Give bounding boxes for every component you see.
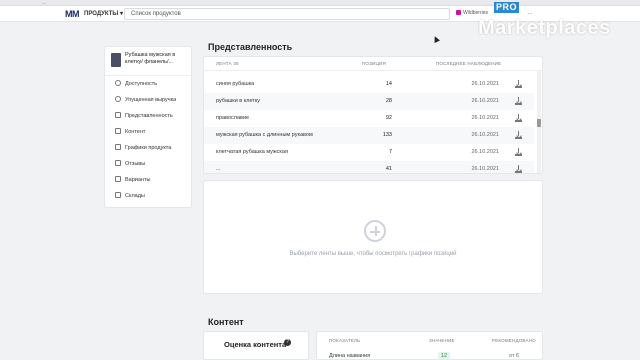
column-header-recommended: РЕКОМЕНДОВАНО bbox=[492, 338, 536, 343]
grid-icon bbox=[115, 176, 121, 182]
user-account[interactable]: ... bbox=[528, 10, 532, 16]
sidebar-divider bbox=[105, 75, 193, 76]
column-header-value: ЗНАЧЕНИЕ bbox=[429, 338, 455, 343]
sidebar-item-label: Склады bbox=[125, 193, 145, 199]
table-row[interactable]: мужская рубашка с длинным рукавом 133 26… bbox=[204, 127, 534, 144]
graph-icon bbox=[115, 144, 121, 150]
product-header[interactable]: Рубашка мужская в клетку/ фланель/... bbox=[111, 52, 189, 72]
content-indicators-table: ПОКАЗАТЕЛЬ ЗНАЧЕНИЕ РЕКОМЕНДОВАНО Длина … bbox=[316, 331, 543, 360]
download-icon[interactable] bbox=[515, 114, 522, 122]
sidebar-item-product-charts[interactable]: Графики продукта bbox=[115, 143, 171, 153]
date-cell: 26.10.2021 bbox=[471, 166, 499, 172]
column-header-position[interactable]: ПОЗИЦИЯ bbox=[362, 61, 386, 66]
product-search-input[interactable]: Список продуктов bbox=[124, 8, 450, 20]
position-cell: 41 bbox=[385, 166, 392, 172]
scrollbar-thumb[interactable] bbox=[537, 119, 541, 127]
column-header-indicator: ПОКАЗАТЕЛЬ bbox=[329, 338, 361, 343]
sidebar-item-label: Доступность bbox=[125, 81, 158, 87]
table-scrollbar[interactable] bbox=[537, 71, 541, 173]
sidebar-item-reviews[interactable]: Отзывы bbox=[115, 159, 145, 169]
empty-state-hint: Выберите ленты выше, чтобы посмотреть гр… bbox=[289, 251, 457, 257]
table-row[interactable]: православие 92 26.10.2021 bbox=[204, 110, 534, 127]
image-icon bbox=[115, 128, 121, 134]
recommended-cell: от 6 bbox=[509, 353, 520, 359]
table-row[interactable]: ... 41 26.10.2021 bbox=[204, 161, 534, 173]
date-cell: 26.10.2021 bbox=[471, 81, 499, 87]
download-icon[interactable] bbox=[515, 97, 522, 105]
comment-icon bbox=[115, 160, 121, 166]
wildberries-icon bbox=[456, 10, 461, 15]
date-cell: 26.10.2021 bbox=[471, 115, 499, 121]
value-badge: 12 bbox=[438, 352, 451, 359]
sidebar-item-lost-revenue[interactable]: Упущенная выручка bbox=[115, 95, 176, 105]
position-cell: 28 bbox=[385, 98, 392, 104]
download-icon[interactable] bbox=[515, 165, 522, 173]
clock-icon bbox=[115, 80, 121, 86]
column-header-keyword[interactable]: ЛЕНТА 35 bbox=[216, 61, 239, 66]
position-cell: 133 bbox=[382, 132, 392, 138]
keyword-cell: рубашки в клетку bbox=[216, 98, 261, 104]
position-cell: 92 bbox=[385, 115, 392, 121]
content-score-card: Оценка контента ? bbox=[203, 331, 309, 360]
keyword-cell: клетчатая рубашка мужская bbox=[216, 149, 288, 155]
sidebar-item-label: Варианты bbox=[125, 177, 151, 183]
marketplace-label: Wildberries bbox=[463, 10, 489, 16]
sidebar-item-label: Упущенная выручка bbox=[125, 97, 177, 103]
keyword-cell: синяя рубашка bbox=[216, 81, 255, 87]
keyword-cell: православие bbox=[216, 115, 250, 121]
date-cell: 26.10.2021 bbox=[471, 149, 499, 155]
mouse-cursor-icon bbox=[432, 35, 440, 43]
date-cell: 26.10.2021 bbox=[471, 98, 499, 104]
presence-table: ЛЕНТА 35 ПОЗИЦИЯ ПОСЛЕДНЕЕ НАБЛЮДЕНИЕ си… bbox=[203, 56, 543, 174]
products-menu[interactable]: ПРОДУКТЫ ▾ bbox=[84, 10, 123, 17]
position-cell: 7 bbox=[388, 149, 392, 155]
keyword-cell: мужская рубашка с длинным рукавом bbox=[216, 132, 313, 138]
table-header: ЛЕНТА 35 ПОЗИЦИЯ ПОСЛЕДНЕЕ НАБЛЮДЕНИЕ bbox=[204, 57, 542, 71]
search-placeholder: Список продуктов bbox=[131, 11, 181, 17]
keyword-cell: ... bbox=[216, 166, 221, 172]
sidebar-item-warehouses[interactable]: Склады bbox=[115, 191, 145, 201]
app-logo[interactable]: MM bbox=[65, 9, 80, 19]
table-row[interactable]: синяя рубашка 14 26.10.2021 bbox=[204, 76, 534, 93]
sidebar-item-variants[interactable]: Варианты bbox=[115, 175, 150, 185]
date-cell: 26.10.2021 bbox=[471, 132, 499, 138]
table-row[interactable]: рубашки в клетку 28 26.10.2021 bbox=[204, 93, 534, 110]
column-header-last-seen[interactable]: ПОСЛЕДНЕЕ НАБЛЮДЕНИЕ bbox=[436, 61, 501, 66]
content-score-title: Оценка контента bbox=[224, 340, 287, 349]
download-icon[interactable] bbox=[515, 131, 522, 139]
chart-icon bbox=[115, 96, 121, 102]
truck-icon bbox=[115, 192, 121, 198]
sidebar-item-label: Графики продукта bbox=[125, 145, 172, 151]
content-section-title: Контент bbox=[208, 317, 244, 327]
products-menu-label: ПРОДУКТЫ bbox=[84, 11, 119, 17]
bars-icon bbox=[115, 112, 121, 118]
sidebar-item-content[interactable]: Контент bbox=[115, 127, 145, 137]
help-icon[interactable]: ? bbox=[284, 339, 291, 346]
watermark-pro: PRO bbox=[494, 2, 520, 13]
product-name: Рубашка мужская в клетку/ фланель/... bbox=[125, 52, 176, 65]
marketplace-selector[interactable]: Wildberries bbox=[456, 10, 488, 16]
product-thumbnail bbox=[111, 53, 121, 67]
chevron-down-icon: ▾ bbox=[119, 11, 123, 17]
sidebar-item-presence[interactable]: Представленность bbox=[115, 111, 173, 121]
sidebar-item-label: Контент bbox=[125, 129, 146, 135]
watermark-text: Marketplaces bbox=[478, 17, 611, 39]
add-circle-icon bbox=[364, 220, 386, 242]
position-chart-placeholder: Выберите ленты выше, чтобы посмотреть гр… bbox=[203, 180, 543, 294]
table-row[interactable]: клетчатая рубашка мужская 7 26.10.2021 bbox=[204, 144, 534, 161]
download-icon[interactable] bbox=[515, 148, 522, 156]
product-sidebar: Рубашка мужская в клетку/ фланель/... До… bbox=[104, 46, 193, 208]
sidebar-item-label: Отзывы bbox=[125, 161, 146, 167]
position-cell: 14 bbox=[385, 81, 392, 87]
presence-section-title: Представленность bbox=[208, 42, 293, 52]
indicator-cell: Длина названия bbox=[329, 353, 371, 359]
sidebar-item-availability[interactable]: Доступность bbox=[115, 79, 157, 89]
download-icon[interactable] bbox=[515, 80, 522, 88]
sidebar-item-label: Представленность bbox=[125, 113, 173, 119]
